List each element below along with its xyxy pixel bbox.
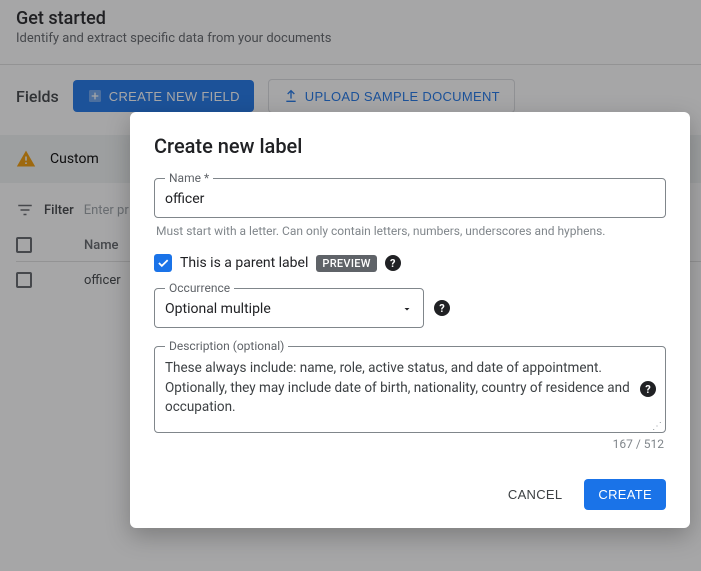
description-counter: 167 / 512 (154, 437, 664, 451)
name-field-wrapper: Name * (154, 178, 666, 218)
parent-label-checkbox[interactable] (154, 254, 172, 272)
description-field-wrapper: Description (optional) ⋰ (154, 346, 666, 433)
cancel-button[interactable]: Cancel (494, 479, 577, 510)
occurrence-label: Occurrence (165, 281, 234, 295)
description-textarea[interactable] (165, 359, 631, 418)
dropdown-icon (401, 303, 413, 315)
description-label: Description (optional) (165, 339, 288, 353)
name-helper-text: Must start with a letter. Can only conta… (156, 224, 664, 238)
create-button-label: Create (598, 487, 652, 502)
help-icon[interactable]: ? (640, 381, 656, 397)
name-field-label: Name * (165, 171, 213, 185)
preview-chip: PREVIEW (316, 255, 376, 272)
name-input[interactable] (165, 191, 655, 207)
help-icon[interactable]: ? (434, 300, 450, 316)
parent-label-text: This is a parent label (180, 255, 308, 271)
create-button[interactable]: Create (584, 479, 666, 510)
help-icon[interactable]: ? (385, 255, 401, 271)
create-label-modal: Create new label Name * Must start with … (130, 112, 690, 528)
occurrence-select[interactable]: Occurrence Optional multiple (154, 288, 424, 328)
occurrence-value: Optional multiple (165, 301, 271, 317)
cancel-button-label: Cancel (508, 487, 563, 502)
modal-title: Create new label (154, 134, 666, 158)
resize-handle-icon[interactable]: ⋰ (652, 424, 663, 430)
